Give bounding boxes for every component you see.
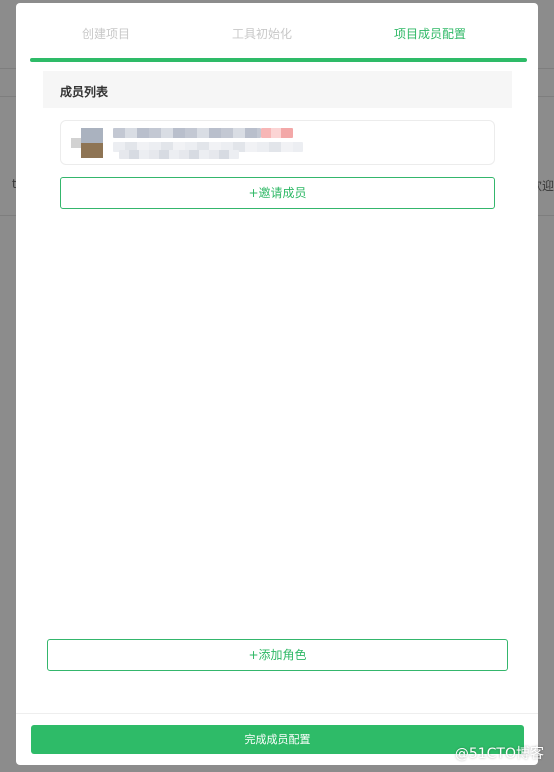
- redacted-member-name: [113, 128, 261, 138]
- redacted-member-subdetail: [119, 150, 239, 159]
- step-tool-init[interactable]: 工具初始化: [192, 25, 332, 42]
- member-config-modal: 创建项目 工具初始化 项目成员配置 成员列表 +邀请成员 +添加角色 完成成员配…: [16, 3, 538, 765]
- step-progress-bar: [30, 58, 527, 62]
- member-card[interactable]: [60, 120, 495, 165]
- watermark: @51CTO博客: [454, 746, 544, 762]
- step-member-config[interactable]: 项目成员配置: [360, 25, 500, 42]
- step-tabs: 创建项目 工具初始化 项目成员配置: [16, 3, 538, 65]
- member-list-title: 成员列表: [60, 85, 109, 99]
- add-role-button[interactable]: +添加角色: [47, 639, 508, 671]
- avatar: [71, 128, 103, 158]
- member-list-header: 成员列表: [43, 71, 512, 108]
- step-create-project[interactable]: 创建项目: [36, 25, 176, 42]
- footer-divider: [16, 713, 538, 714]
- redacted-member-tag: [261, 128, 293, 138]
- invite-member-button[interactable]: +邀请成员: [60, 177, 495, 209]
- finish-member-config-button[interactable]: 完成成员配置: [31, 725, 524, 754]
